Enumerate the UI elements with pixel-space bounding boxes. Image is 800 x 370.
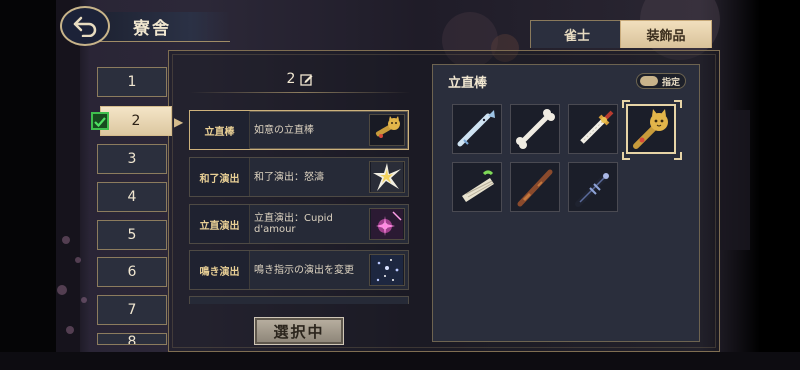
bone-stick-icon bbox=[516, 109, 555, 149]
selection-corner bbox=[622, 152, 630, 160]
selected-button[interactable]: 選択中 bbox=[254, 317, 344, 345]
selection-corner bbox=[674, 100, 682, 108]
fish-stick-icon bbox=[457, 110, 495, 147]
equip-category: 立直棒 bbox=[190, 111, 250, 149]
golden-sword-stick-icon bbox=[580, 110, 614, 144]
equip-row-riichi-effect[interactable]: 立直演出 立直演出：Cupid d'amour bbox=[189, 204, 409, 244]
equip-name: 鳴き指示の演出を変更 bbox=[254, 264, 354, 276]
equip-category: 鳴き演出 bbox=[190, 251, 250, 289]
active-slot-check-icon bbox=[91, 112, 109, 130]
item-paper-fan-stick[interactable] bbox=[452, 162, 502, 212]
item-dark-blade-stick[interactable] bbox=[568, 162, 618, 212]
pink-sparkle-effect-icon bbox=[369, 208, 405, 240]
slot-6-button[interactable]: 6 bbox=[97, 257, 167, 287]
back-arrow-icon bbox=[73, 16, 97, 37]
slot-2-button[interactable]: 2 bbox=[100, 106, 172, 136]
equip-row-riichi-stick[interactable]: 立直棒 如意の立直棒 bbox=[189, 110, 409, 150]
slot-arrow-icon: ▶ bbox=[174, 115, 184, 129]
slot-4-button[interactable]: 4 bbox=[97, 182, 167, 212]
slot-3-button[interactable]: 3 bbox=[97, 144, 167, 174]
equip-name: 和了演出：怒濤 bbox=[254, 171, 324, 183]
ruyi-riichi-stick-icon bbox=[369, 114, 405, 146]
item-fish-stick[interactable] bbox=[452, 104, 502, 154]
page-title: 寮舎 bbox=[133, 19, 171, 39]
wooden-stick-icon bbox=[517, 169, 553, 207]
item-bone-stick[interactable] bbox=[510, 104, 560, 154]
back-button[interactable] bbox=[60, 6, 110, 46]
item-golden-sword-stick[interactable] bbox=[568, 104, 618, 154]
slot-8-button[interactable]: 8 bbox=[97, 333, 167, 345]
equip-name: 如意の立直棒 bbox=[254, 124, 314, 136]
starry-effect-icon bbox=[369, 254, 405, 286]
slot-7-button[interactable]: 7 bbox=[97, 295, 167, 325]
tab-mahjong-player[interactable]: 雀士 bbox=[530, 20, 624, 48]
loadout-name: 2 bbox=[190, 68, 410, 90]
edit-icon[interactable] bbox=[300, 73, 313, 86]
equip-row-call-effect[interactable]: 鳴き演出 鳴き指示の演出を変更 bbox=[189, 250, 409, 290]
loadout-name-label: 2 bbox=[286, 71, 296, 87]
lightning-burst-effect-icon bbox=[369, 161, 405, 193]
specify-toggle[interactable]: 指定 bbox=[636, 73, 686, 89]
equip-category: 立直演出 bbox=[190, 205, 250, 243]
selection-corner bbox=[674, 152, 682, 160]
toggle-knob bbox=[640, 76, 658, 86]
paper-fan-stick-icon bbox=[462, 170, 494, 202]
item-panel-title: 立直棒 bbox=[448, 76, 488, 91]
tab-decorations[interactable]: 装飾品 bbox=[620, 20, 712, 48]
ruyi-cat-stick-icon bbox=[633, 109, 668, 149]
equip-name: 立直演出：Cupid d'amour bbox=[254, 213, 333, 235]
selection-corner bbox=[622, 100, 630, 108]
equip-category: 和了演出 bbox=[190, 158, 250, 196]
item-ruyi-cat-stick[interactable] bbox=[626, 104, 676, 154]
equip-row-win-effect[interactable]: 和了演出 和了演出：怒濤 bbox=[189, 157, 409, 197]
slot-5-button[interactable]: 5 bbox=[97, 220, 167, 250]
item-wooden-stick[interactable] bbox=[510, 162, 560, 212]
dark-blade-stick-icon bbox=[575, 173, 609, 207]
equip-row-more[interactable] bbox=[189, 296, 409, 304]
dormitory-screen: 寮舎 雀士 装飾品 1 2 3 4 5 6 7 8 ▶ 2 立直棒 如意の立直棒 bbox=[0, 0, 800, 370]
slot-1-button[interactable]: 1 bbox=[97, 67, 167, 97]
header-divider bbox=[190, 92, 410, 93]
specify-label: 指定 bbox=[662, 77, 681, 88]
